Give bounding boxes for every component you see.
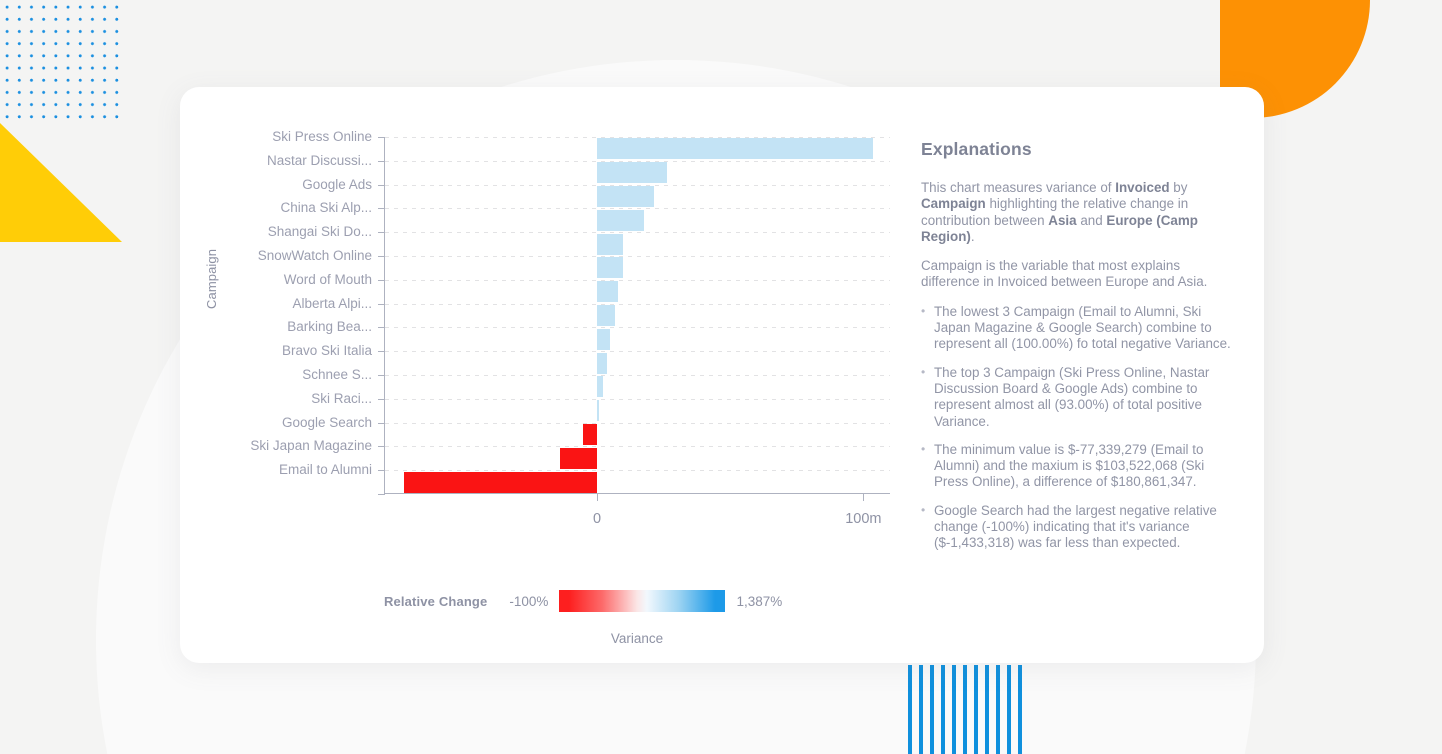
y-axis-tick: [378, 351, 385, 353]
y-axis-tick-label: Barking Bea...: [287, 319, 372, 335]
explanation-bullet: The minimum value is $-77,339,279 (Email…: [921, 441, 1233, 491]
blue-stripes-decoration: [908, 665, 1024, 754]
y-axis-tick: [378, 398, 385, 400]
chart-bar[interactable]: [597, 400, 600, 422]
y-axis-tick: [378, 375, 385, 376]
gridline: [385, 422, 890, 424]
x-axis-title: Variance: [610, 631, 664, 646]
y-axis-tick-label: Schnee S...: [302, 367, 372, 382]
chart-bar[interactable]: [404, 471, 598, 493]
y-axis-tick: [378, 494, 385, 495]
explanation-bullet: The top 3 Campaign (Ski Press Online, Na…: [921, 364, 1233, 430]
y-axis-tick-label: Email to Alumni: [278, 462, 372, 478]
y-axis-tick-label: Ski Press Online: [272, 129, 372, 144]
y-axis-tick: [378, 137, 385, 138]
chart-bar[interactable]: [597, 352, 608, 374]
y-axis-tick: [378, 327, 385, 329]
y-axis-tick-label: Word of Mouth: [283, 271, 372, 287]
legend-min-label: -100%: [509, 593, 549, 609]
y-axis-tick: [378, 446, 385, 448]
x-axis-tick-label: 100m: [845, 511, 882, 527]
legend-max-label: 1,387%: [736, 593, 783, 609]
intro-text-1: This chart measures variance of: [921, 180, 1116, 195]
chart-bar[interactable]: [597, 209, 645, 231]
y-axis-tick-labels: Ski Press Online Nastar Discussi... Google…: [200, 130, 372, 492]
y-axis-tick: [378, 232, 385, 234]
chart-bar[interactable]: [597, 186, 655, 207]
chart-bar[interactable]: [583, 424, 598, 445]
y-axis-tick-label: Google Search: [281, 414, 372, 430]
y-axis-tick-label: China Ski Alp...: [280, 200, 372, 216]
intro-bold-invoiced: Invoiced: [1115, 180, 1170, 195]
legend-title: Relative Change: [384, 593, 488, 609]
intro-text-5: .: [970, 228, 975, 244]
plot-area: 0 100m: [378, 137, 890, 527]
explanations-bullet-list: The lowest 3 Campaign (Email to Alumni, …: [921, 303, 1233, 552]
y-axis-tick: [378, 256, 385, 257]
y-axis-tick: [378, 208, 385, 210]
x-axis-line: [384, 493, 890, 494]
intro-bold-campaign: Campaign: [921, 196, 986, 212]
chart-bar[interactable]: [597, 138, 873, 160]
dot-grid-decoration: [0, 0, 122, 126]
intro-bold-asia: Asia: [1048, 212, 1077, 228]
page-root: Campaign Ski Press Online Nastar Discussi…: [0, 0, 1442, 754]
yellow-triangle-decoration: [0, 123, 122, 242]
gridline: [385, 327, 890, 329]
explanations-summary: Campaign is the variable that most expla…: [921, 258, 1208, 290]
y-axis-tick-label: Google Ads: [302, 176, 372, 192]
y-axis-tick: [378, 279, 385, 281]
gridline: [385, 375, 890, 376]
intro-text-4: and: [1076, 212, 1107, 228]
intro-text-2: by: [1169, 180, 1188, 195]
variance-bar-chart: Campaign Ski Press Online Nastar Discussi…: [180, 87, 920, 663]
explanations-intro: This chart measures variance of Invoiced…: [921, 180, 1233, 245]
chart-bar[interactable]: [560, 447, 598, 469]
explanations-title: Explanations: [921, 139, 1032, 159]
chart-card: Campaign Ski Press Online Nastar Discussi…: [180, 87, 1264, 663]
gridline: [385, 232, 890, 234]
y-axis-tick: [378, 160, 385, 162]
y-axis-tick-label: Nastar Discussi...: [266, 152, 372, 168]
x-axis-tick: [597, 494, 599, 501]
y-axis-tick-label: Ski Japan Magazine: [250, 438, 372, 454]
y-axis-tick: [378, 184, 385, 186]
y-axis-tick-label: SnowWatch Online: [257, 248, 372, 263]
legend-color-ramp: [559, 590, 726, 612]
gridline: [385, 398, 890, 400]
explanation-bullet: Google Search had the largest negative r…: [921, 502, 1233, 552]
y-axis-line: [384, 137, 385, 494]
relative-change-legend: Relative Change -100% 1,387%: [384, 590, 782, 612]
chart-bar[interactable]: [597, 328, 611, 350]
chart-bar[interactable]: [597, 162, 668, 184]
chart-bar[interactable]: [597, 257, 624, 279]
chart-bar[interactable]: [597, 376, 603, 398]
explanation-bullet: The lowest 3 Campaign (Email to Alumni, …: [921, 303, 1233, 353]
y-axis-tick: [378, 470, 385, 472]
y-axis-tick-label: Ski Raci...: [311, 390, 372, 406]
chart-bar[interactable]: [597, 305, 615, 326]
gridline: [385, 303, 890, 305]
y-axis-tick-label: Shangai Ski Do...: [267, 224, 372, 240]
y-axis-tick: [378, 303, 385, 305]
explanations-panel: Explanations This chart measures varianc…: [921, 139, 1233, 564]
chart-bar[interactable]: [597, 233, 624, 255]
y-axis-tick: [378, 422, 385, 424]
x-axis-tick: [863, 494, 865, 501]
y-axis-tick-label: Alberta Alpi...: [292, 295, 372, 311]
gridline: [385, 351, 890, 353]
gridline: [385, 256, 890, 257]
y-axis-tick-label: Bravo Ski Italia: [281, 343, 372, 359]
gridline: [385, 279, 890, 281]
gridline: [385, 446, 890, 448]
chart-bar[interactable]: [597, 281, 618, 303]
x-axis-tick-label: 0: [593, 511, 602, 527]
